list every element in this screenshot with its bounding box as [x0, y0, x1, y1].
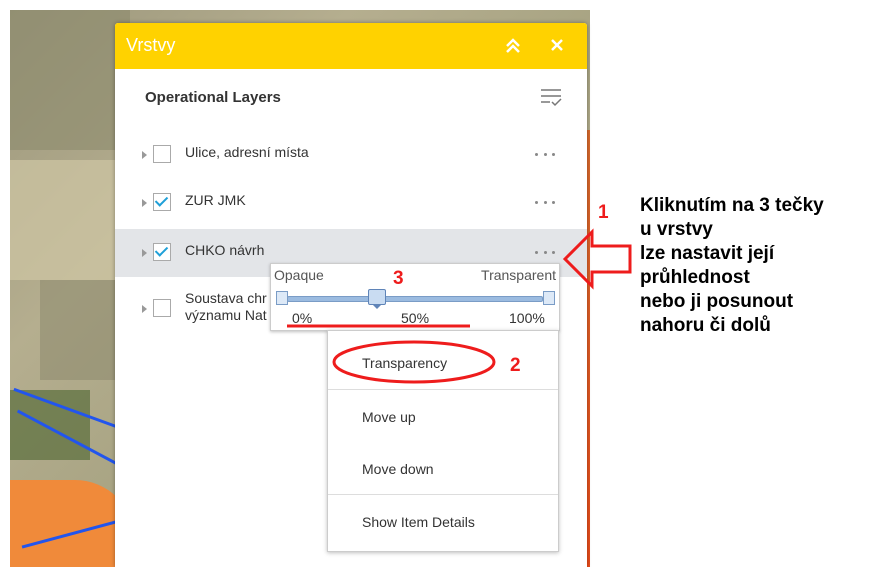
- layer-label: CHKO návrh: [185, 242, 265, 258]
- annotation-text: Kliknutím na 3 tečky u vrstvy lze nastav…: [640, 194, 875, 338]
- annotation-line: Kliknutím na 3 tečky: [640, 195, 824, 216]
- panel-header: Vrstvy: [115, 23, 587, 69]
- close-icon[interactable]: [545, 33, 569, 57]
- layer-checkbox[interactable]: [153, 243, 171, 261]
- more-options-icon[interactable]: [535, 153, 555, 161]
- slider-tick-label: 50%: [401, 310, 430, 326]
- more-options-icon[interactable]: [535, 251, 555, 259]
- menu-item-label: Show Item Details: [362, 514, 475, 530]
- expand-arrow-icon[interactable]: [142, 249, 147, 257]
- annotation-number-3: 3: [393, 268, 404, 289]
- slider-increase-button[interactable]: [543, 291, 555, 305]
- layer-row[interactable]: ZUR JMK: [115, 179, 587, 227]
- layer-list-options-icon[interactable]: [539, 85, 563, 109]
- menu-item-label: Move down: [362, 461, 434, 477]
- slider-track[interactable]: [287, 296, 543, 302]
- layer-checkbox[interactable]: [153, 193, 171, 211]
- expand-arrow-icon[interactable]: [142, 151, 147, 159]
- more-options-icon[interactable]: [535, 201, 555, 209]
- menu-divider: [328, 389, 558, 390]
- checkmark-icon: [154, 243, 169, 257]
- layer-context-menu: Transparency Move up Move down Show Item…: [327, 330, 559, 552]
- layer-label-line: Soustava chr: [185, 290, 267, 306]
- menu-item-show-details[interactable]: Show Item Details: [328, 496, 558, 548]
- layer-label: ZUR JMK: [185, 192, 246, 208]
- menu-item-move-up[interactable]: Move up: [328, 391, 558, 443]
- layer-checkbox[interactable]: [153, 299, 171, 317]
- menu-item-move-down[interactable]: Move down: [328, 443, 558, 495]
- layer-label-line: významu Nat: [185, 307, 267, 323]
- panel-title: Vrstvy: [126, 35, 176, 55]
- annotation-number-2: 2: [510, 355, 521, 376]
- checkmark-icon: [154, 193, 169, 207]
- annotation-line: u vrstvy: [640, 219, 713, 240]
- menu-divider: [328, 494, 558, 495]
- annotation-line: nahoru či dolů: [640, 315, 771, 336]
- map-field: [10, 160, 120, 280]
- slider-tick-label: 0%: [292, 310, 313, 326]
- slider-tick-label: 100%: [509, 310, 545, 326]
- layer-label: Soustava chr významu Nat: [185, 290, 267, 324]
- menu-item-transparency[interactable]: Transparency: [328, 337, 558, 389]
- transparency-slider-popup: Opaque Transparent 0% 50% 100%: [270, 263, 560, 331]
- annotation-line: průhlednost: [640, 267, 750, 288]
- layer-row[interactable]: Ulice, adresní místa: [115, 131, 587, 179]
- annotation-line: nebo ji posunout: [640, 291, 794, 312]
- menu-item-label: Transparency: [362, 355, 448, 371]
- slider-min-label: Opaque: [274, 267, 324, 283]
- collapse-icon[interactable]: [501, 34, 525, 58]
- map-field: [10, 10, 130, 150]
- expand-arrow-icon[interactable]: [142, 199, 147, 207]
- slider-thumb[interactable]: [367, 289, 386, 309]
- annotation-number-1: 1: [598, 202, 609, 223]
- menu-item-label: Move up: [362, 409, 416, 425]
- layer-label: Ulice, adresní místa: [185, 144, 309, 160]
- section-title: Operational Layers: [145, 89, 281, 106]
- layer-checkbox[interactable]: [153, 145, 171, 163]
- slider-max-label: Transparent: [481, 267, 556, 283]
- annotation-line: lze nastavit její: [640, 243, 775, 264]
- expand-arrow-icon[interactable]: [142, 305, 147, 313]
